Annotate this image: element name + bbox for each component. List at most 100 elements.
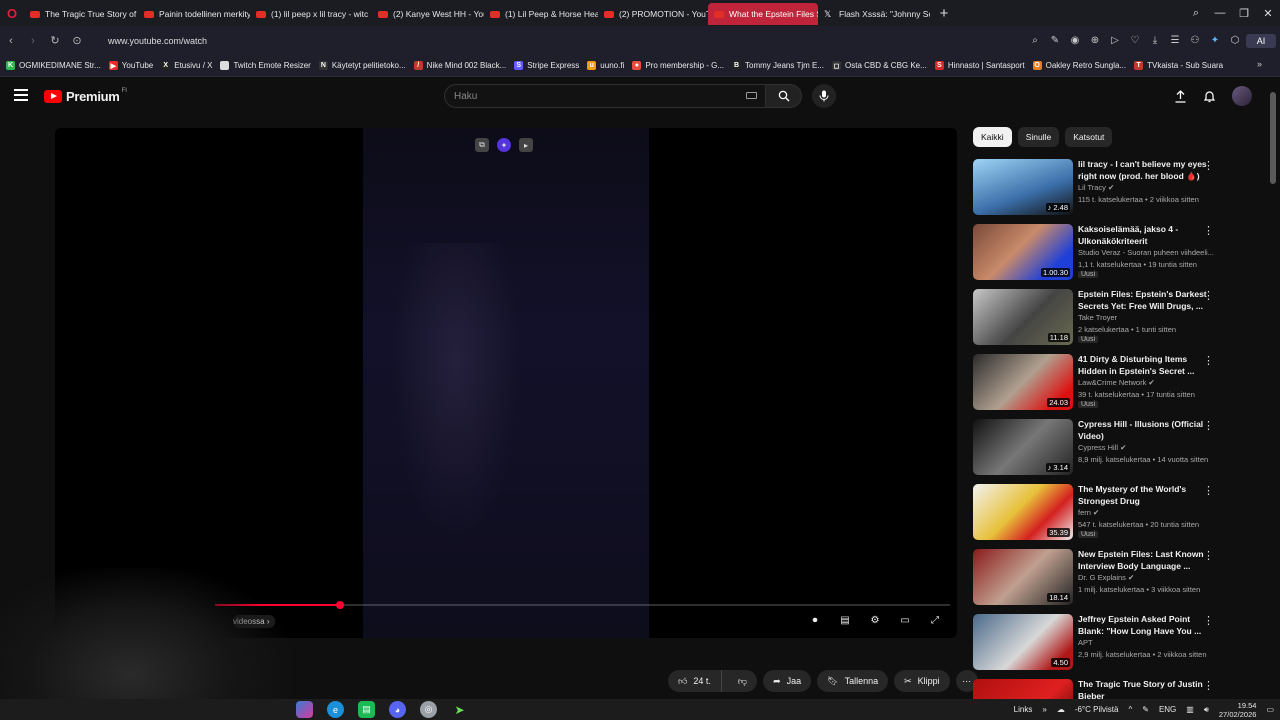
channel-name[interactable]: Dr. G Explains ✔: [1078, 573, 1134, 582]
more-options-icon[interactable]: ⋮: [1203, 354, 1214, 367]
recommendation-item[interactable]: ♪ 2.48 lil tracy - I can't believe my eye…: [973, 159, 1223, 217]
bookmark-item[interactable]: u uuno.fi: [587, 61, 624, 70]
share-button[interactable]: ➦ Jaa: [763, 670, 812, 692]
bookmarks-overflow-icon[interactable]: »: [1257, 59, 1262, 69]
video-title[interactable]: lil tracy - I can't believe my eyes righ…: [1078, 159, 1210, 182]
video-title[interactable]: Epstein Files: Epstein's Darkest Secrets…: [1078, 289, 1210, 312]
weather-label[interactable]: -6°C Pilvistä: [1075, 705, 1119, 714]
new-tab-button[interactable]: +: [934, 3, 954, 23]
browser-tab[interactable]: (1) lil peep x lil tracy - witc: [250, 3, 372, 25]
video-thumbnail[interactable]: ♪ 3.14: [973, 419, 1073, 475]
pen-icon[interactable]: ✎: [1142, 705, 1149, 714]
more-options-icon[interactable]: ⋮: [1203, 289, 1214, 302]
links-toolbar[interactable]: Links: [1014, 705, 1033, 714]
search-button[interactable]: [766, 84, 802, 108]
notifications-icon[interactable]: ▭: [1266, 705, 1274, 714]
minimize-button[interactable]: —: [1208, 7, 1232, 19]
channel-name[interactable]: APT: [1078, 638, 1093, 647]
app-arrow-icon[interactable]: ➤: [451, 701, 468, 718]
channel-name[interactable]: fern ✔: [1078, 508, 1099, 517]
more-options-icon[interactable]: ⋮: [1203, 484, 1214, 497]
more-options-icon[interactable]: ⋮: [1203, 549, 1214, 562]
recommendation-item[interactable]: 11.18 Epstein Files: Epstein's Darkest Se…: [973, 289, 1223, 347]
recommendation-item[interactable]: 1.00.30 Kaksoiselämää, jakso 4 - Ulkonäkö…: [973, 224, 1223, 282]
system-clock[interactable]: 19.54 27/02/2026: [1219, 701, 1257, 719]
tray-chevron-icon[interactable]: ^: [1128, 705, 1132, 714]
video-thumbnail[interactable]: ♪ 2.48: [973, 159, 1073, 215]
channel-name[interactable]: Lil Tracy ✔: [1078, 183, 1114, 192]
more-options-icon[interactable]: ⋮: [1203, 224, 1214, 237]
progress-scrubber[interactable]: [335, 601, 344, 609]
fullscreen-icon[interactable]: ⤢: [927, 615, 943, 626]
bookmark-item[interactable]: O Oakley Retro Sungla...: [1032, 61, 1126, 70]
video-thumbnail[interactable]: 1.00.30: [973, 224, 1073, 280]
keyboard-icon[interactable]: [746, 92, 757, 99]
browser-tab[interactable]: What the Epstein Files Sh: [708, 3, 818, 25]
opera-logo-icon[interactable]: O: [0, 0, 24, 26]
video-title[interactable]: 41 Dirty & Disturbing Items Hidden in Ep…: [1078, 354, 1210, 377]
clip-button[interactable]: ✂ Klippi: [894, 670, 950, 692]
video-title[interactable]: Cypress Hill - Illusions (Official Video…: [1078, 419, 1210, 442]
more-options-icon[interactable]: ⋮: [1203, 614, 1214, 627]
search-tabs-icon[interactable]: ⌕: [1184, 7, 1208, 20]
video-thumbnail[interactable]: 4.50: [973, 614, 1073, 670]
toolbar-overflow-icon[interactable]: »: [1042, 705, 1046, 714]
menu-list-icon[interactable]: ☰: [1166, 35, 1184, 46]
video-title[interactable]: The Mystery of the World's Strongest Dru…: [1078, 484, 1210, 507]
forward-button[interactable]: ›: [22, 35, 44, 47]
edge-icon[interactable]: e: [327, 701, 344, 718]
bookmark-item[interactable]: ◻ Osta CBD & CBG Ke...: [832, 61, 927, 70]
save-button[interactable]: 🔖︎ Tallenna: [817, 670, 889, 692]
bookmark-item[interactable]: N Käytetyt pelitietoko...: [318, 61, 406, 70]
channel-name[interactable]: Cypress Hill ✔: [1078, 443, 1126, 452]
channel-name[interactable]: Take Troyer: [1078, 313, 1117, 322]
miniplayer-icon[interactable]: ⧉: [475, 138, 489, 152]
maximize-button[interactable]: ❐: [1232, 7, 1256, 20]
browser-tab[interactable]: (2) PROMOTION - YouTub: [598, 3, 708, 25]
recommendation-item[interactable]: 18.14 New Epstein Files: Last Known Inter…: [973, 549, 1223, 607]
account-avatar[interactable]: [1232, 86, 1252, 106]
video-thumbnail[interactable]: 35.39: [973, 484, 1073, 540]
theater-mode-icon[interactable]: ▭: [897, 615, 913, 626]
subtitles-icon[interactable]: ▤: [837, 615, 853, 626]
video-thumbnail[interactable]: 18.14: [973, 549, 1073, 605]
autoplay-toggle-icon[interactable]: ⏺: [807, 615, 823, 626]
cast-icon[interactable]: ▸: [519, 138, 533, 152]
bookmark-item[interactable]: / Nike Mind 002 Black...: [413, 61, 506, 70]
recommendation-item[interactable]: 4.50 Jeffrey Epstein Asked Point Blank: "…: [973, 614, 1223, 672]
video-thumbnail[interactable]: 11.18: [973, 289, 1073, 345]
recommendation-item[interactable]: ♪ 3.14 Cypress Hill - Illusions (Official…: [973, 419, 1223, 477]
bookmark-item[interactable]: S Stripe Express: [514, 61, 579, 70]
video-player[interactable]: ⧉ ✦ ▸ videossa › ⏺ ▤ ⚙ ▭ ⤢: [55, 128, 957, 638]
settings-gear-icon[interactable]: ⚙: [867, 615, 883, 626]
voice-search-button[interactable]: [812, 84, 836, 108]
browser-tab[interactable]: 𝕏 Flash Xsssä: "Johnny Sonn: [818, 3, 930, 25]
filter-chip[interactable]: Katsotut: [1065, 127, 1113, 147]
progress-bar[interactable]: [215, 601, 950, 609]
extensions-icon[interactable]: ⬡: [1226, 35, 1244, 46]
heart-icon[interactable]: ♡: [1126, 35, 1144, 46]
browser-tab[interactable]: Painin todellinen merkity: [138, 3, 250, 25]
bookmark-item[interactable]: S Hinnasto | Santasport: [934, 61, 1025, 70]
edit-icon[interactable]: ✎: [1046, 35, 1064, 46]
volume-icon[interactable]: 🔊︎: [1204, 705, 1209, 715]
video-title[interactable]: Jeffrey Epstein Asked Point Blank: "How …: [1078, 614, 1210, 637]
tracker-icon[interactable]: ⊙: [66, 34, 88, 47]
filter-chip[interactable]: Kaikki: [973, 127, 1012, 147]
bookmark-item[interactable]: B Tommy Jeans Tjm E...: [732, 61, 824, 70]
filter-chip[interactable]: Sinulle: [1017, 127, 1060, 147]
close-window-button[interactable]: ✕: [1256, 7, 1280, 20]
more-options-icon[interactable]: ⋮: [1203, 419, 1214, 432]
ask-ai-icon[interactable]: ✦: [497, 138, 511, 152]
video-title[interactable]: New Epstein Files: Last Known Interview …: [1078, 549, 1210, 572]
recommendation-item[interactable]: 24.03 41 Dirty & Disturbing Items Hidden …: [973, 354, 1223, 412]
channel-name[interactable]: Studio Veraz - Suoran puheen viihdeeli..…: [1078, 248, 1214, 257]
bookmark-item[interactable]: T TVkaista - Sub Suara: [1134, 61, 1223, 70]
bookmark-item[interactable]: X Etusivu / X: [161, 61, 212, 70]
bookmark-item[interactable]: K OGMIKEDIMANE Str...: [6, 61, 101, 70]
browser-tab[interactable]: (2) Kanye West HH - YouT: [372, 3, 484, 25]
send-icon[interactable]: ▷: [1106, 35, 1124, 46]
bookmark-item[interactable]: Twitch Emote Resizer: [220, 61, 311, 70]
more-options-icon[interactable]: ⋮: [1203, 159, 1214, 172]
browser-tab[interactable]: (1) Lil Peep & Horse Head: [484, 3, 598, 25]
